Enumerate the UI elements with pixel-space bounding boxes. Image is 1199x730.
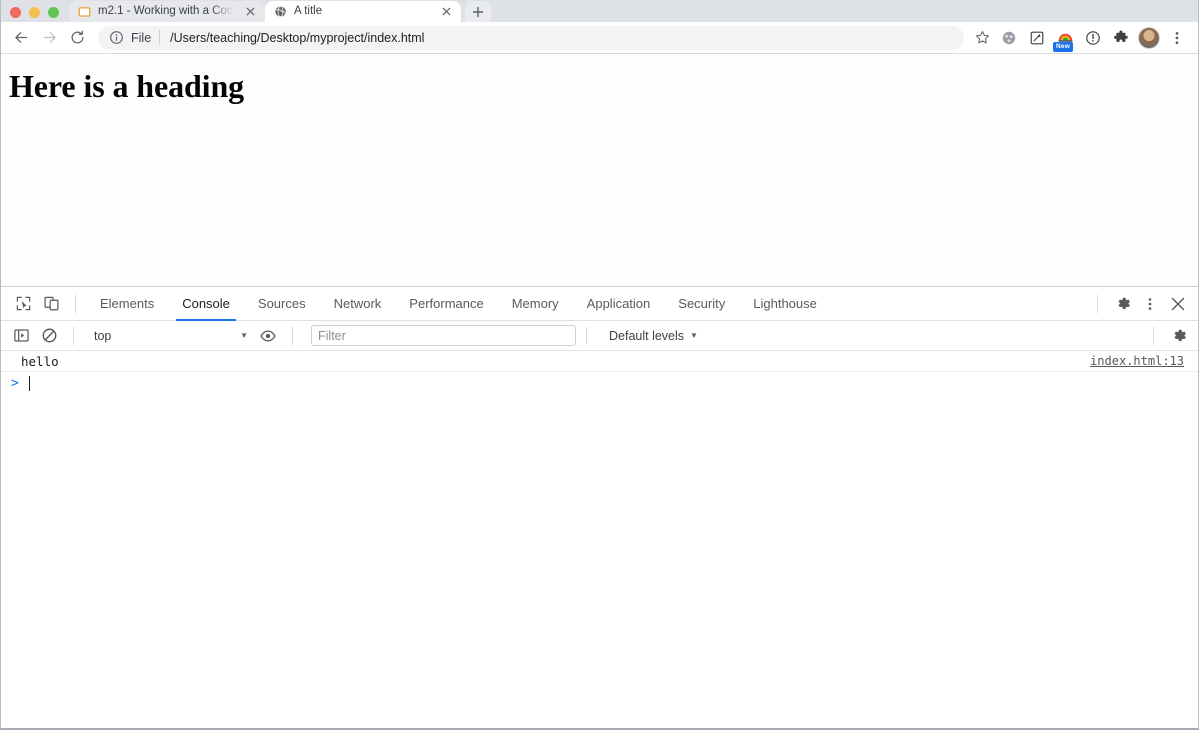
url-text: /Users/teaching/Desktop/myproject/index.… [160, 31, 424, 45]
more-options-icon[interactable] [1136, 291, 1164, 317]
tab-title: m2.1 - Working with a Code Ed [98, 5, 236, 17]
browser-toolbar: File /Users/teaching/Desktop/myproject/i… [1, 22, 1198, 54]
devtools-actions [1108, 291, 1198, 317]
window-controls [1, 7, 69, 22]
puzzle-extensions-icon[interactable] [1108, 25, 1134, 51]
page-heading: Here is a heading [9, 68, 245, 104]
tab-label: Security [678, 296, 726, 311]
prompt-arrow-icon: > [11, 375, 19, 391]
rainbow-extension-icon[interactable]: New [1052, 25, 1078, 52]
console-toolbar-divider [73, 326, 74, 345]
clear-console-icon[interactable] [35, 323, 63, 349]
screenshot-icon[interactable] [1024, 25, 1050, 51]
log-levels-label: Default levels [609, 328, 685, 343]
browser-tab-1[interactable]: m2.1 - Working with a Code Ed [69, 1, 265, 22]
close-window-button[interactable] [10, 7, 21, 18]
tab-label: Performance [409, 296, 484, 311]
tab-label: Lighthouse [753, 296, 817, 311]
tab-sources[interactable]: Sources [244, 287, 320, 320]
console-message-text: hello [21, 353, 59, 369]
devtools-tabs: Elements Console Sources Network Perform… [86, 287, 831, 321]
console-toolbar-divider-4 [1153, 326, 1154, 345]
address-bar[interactable]: File /Users/teaching/Desktop/myproject/i… [98, 25, 964, 50]
toolbar-divider-right [1097, 294, 1098, 313]
tab-performance[interactable]: Performance [395, 287, 497, 320]
three-dot-menu-icon[interactable] [1164, 25, 1190, 51]
folder-icon [78, 7, 91, 17]
device-toolbar-icon[interactable] [37, 291, 65, 317]
execution-context-dropdown[interactable]: top ▼ [84, 325, 254, 347]
minimize-window-button[interactable] [29, 7, 40, 18]
close-devtools-icon[interactable] [1164, 291, 1192, 317]
devtools-panel: Elements Console Sources Network Perform… [1, 286, 1198, 728]
tab-elements[interactable]: Elements [86, 287, 168, 320]
info-icon[interactable] [1080, 25, 1106, 51]
tab-label: Elements [100, 296, 155, 311]
console-toolbar: top ▼ Default levels ▼ [1, 321, 1198, 351]
close-tab-icon[interactable] [243, 5, 257, 19]
toolbar-divider [75, 294, 76, 313]
new-tab-button[interactable] [465, 1, 491, 22]
console-toolbar-divider-3 [586, 326, 587, 345]
globe-icon [275, 5, 286, 18]
console-message-row[interactable]: hello index.html:13 [1, 351, 1198, 372]
page-viewport: Here is a heading [1, 54, 1198, 286]
tab-label: Memory [511, 296, 559, 311]
tab-console[interactable]: Console [168, 287, 244, 321]
url-scheme-label: File [131, 30, 152, 45]
log-levels-dropdown[interactable]: Default levels ▼ [609, 329, 698, 343]
tab-lighthouse[interactable]: Lighthouse [739, 287, 831, 320]
devtools-tab-bar: Elements Console Sources Network Perform… [1, 287, 1198, 321]
reload-icon[interactable] [63, 24, 91, 52]
toolbar-extension-icons: New [996, 25, 1190, 52]
inspect-element-icon[interactable] [9, 291, 37, 317]
close-tab-icon[interactable] [439, 5, 453, 19]
tab-memory[interactable]: Memory [498, 287, 573, 320]
tab-title: A title [294, 5, 323, 17]
tab-label: Application [586, 296, 651, 311]
maximize-window-button[interactable] [48, 7, 59, 18]
live-expression-icon[interactable] [254, 323, 282, 349]
console-output[interactable]: hello index.html:13 > [1, 351, 1198, 728]
chevron-down-icon: ▼ [240, 331, 248, 340]
back-arrow-icon[interactable] [7, 24, 35, 52]
tab-label: Network [333, 296, 382, 311]
text-cursor [28, 375, 30, 391]
forward-arrow-icon[interactable] [35, 24, 63, 52]
extension-new-badge: New [1053, 41, 1073, 52]
star-icon[interactable] [970, 26, 994, 50]
tab-network[interactable]: Network [320, 287, 396, 320]
browser-tab-2[interactable]: A title [265, 1, 461, 22]
tab-strip: m2.1 - Working with a Code Ed A title [1, 0, 1198, 22]
execution-context-value: top [94, 328, 112, 343]
console-prompt[interactable]: > [1, 372, 1198, 394]
console-settings-icon[interactable] [1164, 323, 1192, 349]
tab-label: Sources [257, 296, 306, 311]
console-source-link[interactable]: index.html:13 [1090, 354, 1184, 368]
chevron-down-icon: ▼ [690, 331, 698, 340]
console-filter-input[interactable] [311, 325, 576, 346]
sphere-icon[interactable] [996, 25, 1022, 51]
tab-application[interactable]: Application [573, 287, 665, 320]
settings-gear-icon[interactable] [1108, 291, 1136, 317]
tab-label: Console [182, 296, 230, 311]
console-toolbar-divider-2 [292, 326, 293, 345]
browser-window: m2.1 - Working with a Code Ed A title [0, 0, 1199, 730]
info-circle-icon[interactable] [109, 30, 124, 45]
avatar-image [1138, 26, 1160, 49]
tab-security[interactable]: Security [664, 287, 739, 320]
profile-avatar[interactable] [1136, 25, 1162, 51]
console-sidebar-icon[interactable] [7, 323, 35, 349]
